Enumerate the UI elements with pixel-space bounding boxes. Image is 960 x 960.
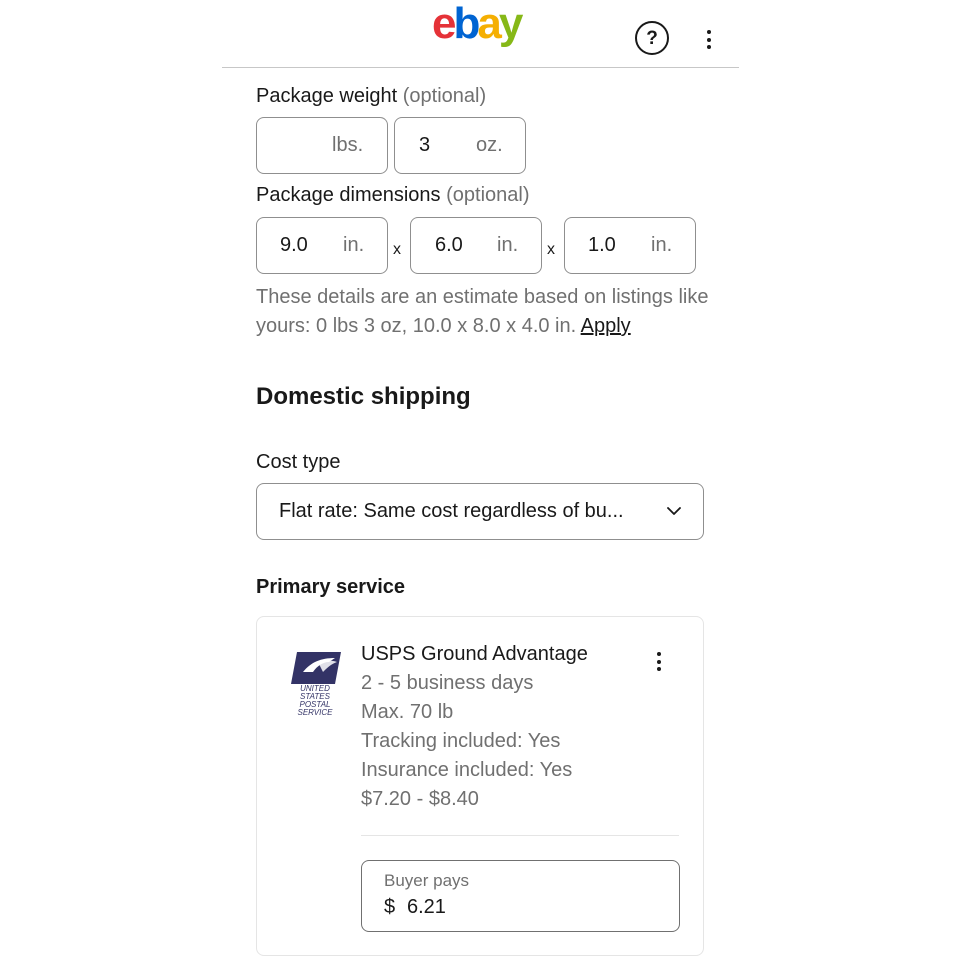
service-name: USPS Ground Advantage	[361, 643, 588, 665]
cost-type-value: Flat rate: Same cost regardless of bu...	[279, 500, 624, 522]
service-max-weight: Max. 70 lb	[361, 701, 454, 723]
buyer-pays-input[interactable]: Buyer pays $ 6.21	[361, 860, 680, 932]
optional-tag: (optional)	[446, 184, 530, 206]
weight-lbs-unit: lbs.	[332, 134, 364, 156]
card-divider	[361, 835, 679, 836]
service-price-range: $7.20 - $8.40	[361, 788, 479, 810]
dimension-unit: in.	[651, 234, 673, 256]
currency-symbol: $	[384, 896, 396, 918]
dimension-length-input[interactable]: 9.0 in.	[256, 217, 388, 274]
package-dimensions-label: Package dimensions (optional)	[256, 184, 530, 207]
logo-letter-a: a	[477, 0, 502, 48]
weight-oz-input[interactable]: 3 oz.	[394, 117, 526, 174]
primary-service-heading: Primary service	[256, 576, 406, 598]
estimate-note: These details are an estimate based on l…	[256, 283, 726, 341]
dimension-width-value: 6.0	[435, 234, 463, 256]
service-insurance: Insurance included: Yes	[361, 759, 573, 781]
dimension-unit: in.	[497, 234, 519, 256]
weight-oz-unit: oz.	[476, 134, 503, 156]
logo-letter-y: y	[498, 0, 524, 48]
weight-oz-value: 3	[419, 134, 431, 156]
buyer-pays-value: 6.21	[407, 896, 446, 918]
logo-letter-b: b	[453, 0, 480, 48]
usps-eagle-logo-icon	[291, 652, 341, 684]
dimension-length-value: 9.0	[280, 234, 308, 256]
logo-letter-e: e	[432, 0, 457, 48]
weight-lbs-input[interactable]: lbs.	[256, 117, 388, 174]
service-delivery: 2 - 5 business days	[361, 672, 534, 694]
package-weight-label: Package weight (optional)	[256, 85, 486, 108]
cost-type-label: Cost type	[256, 451, 341, 473]
package-weight-title: Package weight	[256, 85, 398, 107]
dimension-height-value: 1.0	[588, 234, 616, 256]
apply-link[interactable]: Apply	[581, 315, 631, 337]
chevron-down-icon	[667, 507, 681, 515]
help-icon[interactable]: ?	[635, 21, 669, 55]
estimate-note-text: These details are an estimate based on l…	[256, 286, 709, 337]
header-divider	[222, 67, 739, 68]
optional-tag: (optional)	[402, 85, 487, 107]
dimension-separator: x	[547, 241, 555, 258]
domestic-shipping-heading: Domestic shipping	[256, 383, 471, 410]
service-card: UNITED STATES POSTAL SERVICE USPS Ground…	[256, 616, 704, 956]
dimension-separator: x	[393, 241, 401, 258]
buyer-pays-label: Buyer pays	[384, 871, 470, 890]
ebay-logo[interactable]: ebay	[432, 0, 524, 48]
package-dimensions-title: Package dimensions	[256, 184, 441, 206]
dimension-unit: in.	[343, 234, 365, 256]
service-more-icon[interactable]	[656, 652, 662, 675]
dimension-height-input[interactable]: 1.0 in.	[564, 217, 696, 274]
service-tracking: Tracking included: Yes	[361, 730, 561, 752]
dimension-width-input[interactable]: 6.0 in.	[410, 217, 542, 274]
usps-logo-text: UNITED STATES POSTAL SERVICE	[297, 684, 333, 717]
cost-type-select[interactable]: Flat rate: Same cost regardless of bu...	[256, 483, 704, 540]
header-more-icon[interactable]	[706, 30, 712, 53]
